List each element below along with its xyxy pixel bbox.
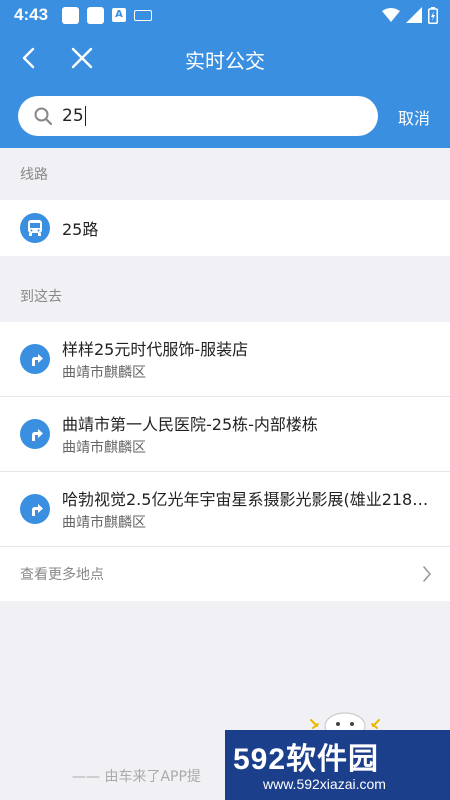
- status-bar: 4:43 A: [0, 0, 450, 30]
- notification-icon: [87, 6, 105, 24]
- navigate-arrow-icon: [20, 494, 50, 524]
- destination-item[interactable]: 曲靖市第一人民医院-25栋-内部楼栋 曲靖市麒麟区: [0, 397, 450, 472]
- watermark-brand: 592软件园: [233, 743, 380, 776]
- keyboard-a-icon: A: [112, 8, 127, 22]
- cancel-button[interactable]: 取消: [398, 105, 430, 129]
- search-query: 25: [62, 106, 87, 126]
- destinations-section-label: 到这去: [0, 270, 450, 322]
- search-input[interactable]: 25: [18, 96, 378, 136]
- routes-section-label: 线路: [0, 148, 450, 200]
- more-places-link[interactable]: 查看更多地点: [0, 547, 450, 601]
- destination-area: 曲靖市麒麟区: [62, 515, 146, 531]
- battery-icon: [428, 6, 438, 24]
- navigate-arrow-icon: [20, 344, 50, 374]
- route-item-25[interactable]: 25路: [0, 200, 450, 256]
- footer-credit: —— 由车来了APP提: [72, 769, 201, 785]
- status-right: [376, 6, 438, 24]
- more-places-label: 查看更多地点: [20, 567, 104, 583]
- search-bar: 25 取消: [0, 86, 450, 148]
- destination-area: 曲靖市麒麟区: [62, 440, 146, 456]
- app-header: 实时公交: [0, 30, 450, 86]
- destination-name: 哈勃视觉2.5亿光年宇宙星系摄影光影展(雄业218…: [62, 490, 429, 509]
- keyboard-icon: [134, 9, 153, 21]
- destination-name: 曲靖市第一人民医院-25栋-内部楼栋: [62, 415, 318, 434]
- watermark-overlay: 592软件园 www.592xiazai.com: [225, 730, 450, 800]
- destination-item[interactable]: 样样25元时代服饰-服装店 曲靖市麒麟区: [0, 322, 450, 397]
- notification-icon: [62, 6, 80, 24]
- watermark-url: www.592xiazai.com: [263, 776, 386, 792]
- destination-name: 样样25元时代服饰-服装店: [62, 340, 249, 359]
- wifi-icon: [382, 8, 400, 22]
- bus-icon: [20, 213, 50, 243]
- signal-icon: [406, 7, 422, 23]
- search-icon: [34, 107, 52, 125]
- text-caret: [84, 106, 87, 126]
- status-time: 4:43: [14, 5, 49, 24]
- destination-item[interactable]: 哈勃视觉2.5亿光年宇宙星系摄影光影展(雄业218… 曲靖市麒麟区: [0, 472, 450, 547]
- page-title: 实时公交: [185, 49, 265, 73]
- chevron-right-icon: [423, 566, 431, 582]
- destination-area: 曲靖市麒麟区: [62, 365, 146, 381]
- navigate-arrow-icon: [20, 419, 50, 449]
- destination-list: 样样25元时代服饰-服装店 曲靖市麒麟区 曲靖市第一人民医院-25栋-内部楼栋 …: [0, 322, 450, 601]
- route-label: 25路: [62, 220, 99, 239]
